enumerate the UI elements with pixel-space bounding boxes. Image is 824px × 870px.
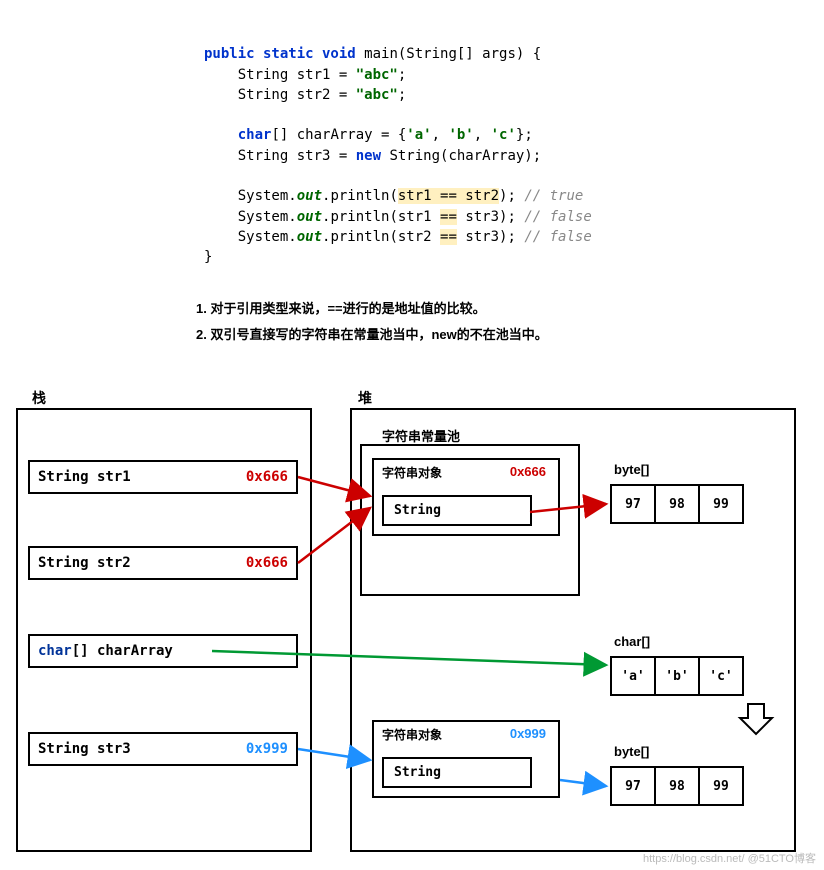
note-2: 2. 双引号直接写的字符串在常量池当中，new的不在池当中。	[196, 322, 548, 348]
char-label: char[]	[614, 634, 650, 649]
string-object-2: 字符串对象 0x999 String	[372, 720, 560, 798]
heap-title: 堆	[358, 388, 372, 408]
down-arrow-icon	[736, 702, 776, 736]
byte-array-2: 97 98 99	[610, 766, 744, 806]
stack-str2: String str2 0x666	[28, 546, 298, 580]
stack-str3: String str3 0x999	[28, 732, 298, 766]
note-1: 1. 对于引用类型来说，==进行的是地址值的比较。	[196, 296, 548, 322]
stack-str1: String str1 0x666	[28, 460, 298, 494]
byte-label-1: byte[]	[614, 462, 649, 477]
char-array: 'a' 'b' 'c'	[610, 656, 744, 696]
stack-chararray: char[] charArray	[28, 634, 298, 668]
code-block: public static void main(String[] args) {…	[204, 24, 592, 268]
watermark: https://blog.csdn.net/ @51CTO博客	[643, 850, 816, 866]
kw-public: public static void	[204, 46, 364, 62]
byte-label-2: byte[]	[614, 744, 649, 759]
pool-label: 字符串常量池	[382, 426, 460, 445]
notes: 1. 对于引用类型来说，==进行的是地址值的比较。 2. 双引号直接写的字符串在…	[196, 296, 548, 348]
byte-array-1: 97 98 99	[610, 484, 744, 524]
stack-title: 栈	[32, 388, 46, 408]
string-object-1: 字符串对象 0x666 String	[372, 458, 560, 536]
